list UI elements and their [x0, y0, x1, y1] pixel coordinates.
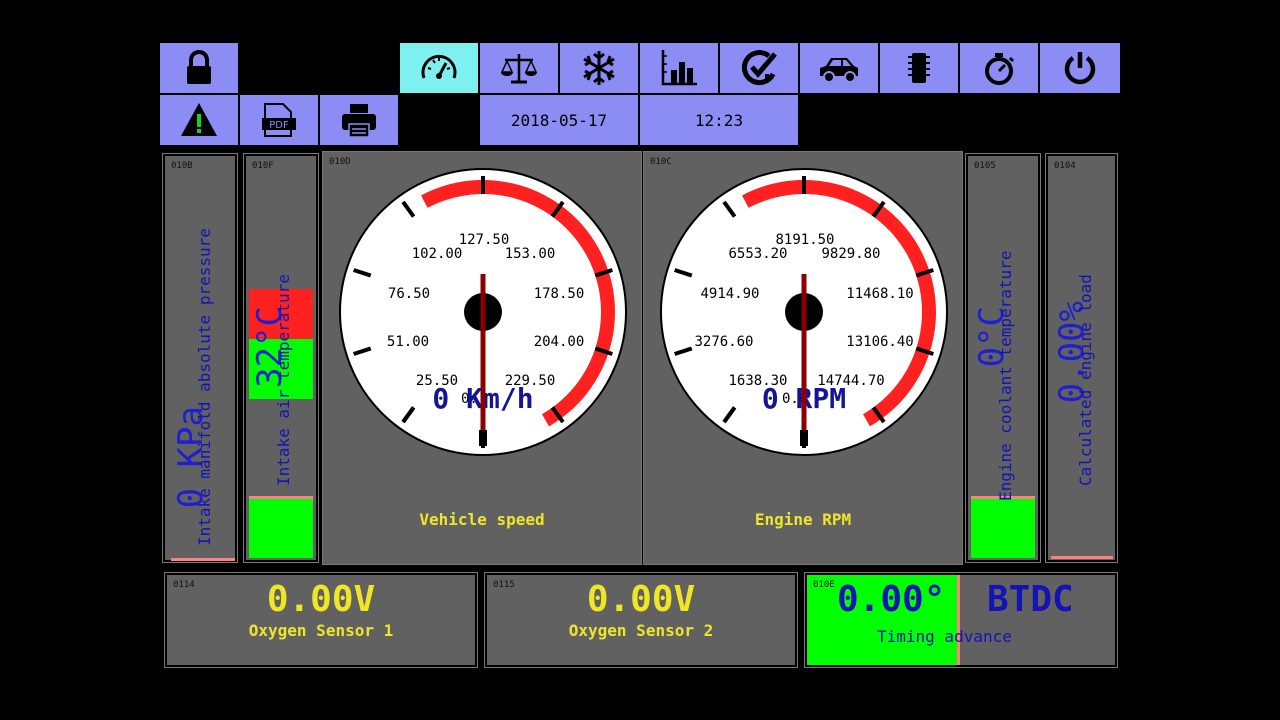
pid-label: 010E	[813, 580, 835, 590]
dial-tick-label: 178.50	[534, 286, 585, 302]
printer-icon	[342, 104, 376, 138]
balance-button[interactable]	[480, 43, 558, 93]
rpm-dial: 1638.303276.604914.906553.208191.509829.…	[660, 168, 948, 456]
lock-button[interactable]	[160, 43, 238, 93]
pdf-icon: PDF	[262, 103, 296, 137]
vehicle-button[interactable]	[800, 43, 878, 93]
speed-dial: 25.5051.0076.50102.00127.50153.00178.502…	[339, 168, 627, 456]
power-icon	[1064, 52, 1096, 85]
sensor-value: 0.00V	[266, 579, 376, 620]
sensor-panel-o2-2: 0115 0.00V Oxygen Sensor 2	[480, 568, 800, 671]
dial-tick-label: 9829.80	[821, 246, 880, 262]
dial-tick-label: 102.00	[412, 246, 463, 262]
bar-label: Calculated engine load	[1076, 274, 1095, 486]
sensor-label: Oxygen Sensor 1	[248, 621, 394, 640]
pid-label: 010B	[171, 161, 193, 171]
dial-tick-label: 204.00	[534, 334, 585, 350]
bar-label: Intake manifold absolute pressure	[195, 228, 214, 546]
bar-gauge-coolant-temp: 0105 0°C Engine coolant temperature	[963, 151, 1043, 565]
gauge-title: Vehicle speed	[419, 510, 545, 529]
bar-gauge-engine-load: 0104 0.00% Calculated engine load	[1043, 151, 1120, 565]
pid-label: 010F	[252, 161, 274, 171]
bar-fill	[971, 496, 1035, 558]
pdf-button[interactable]: PDF	[240, 95, 318, 145]
gauge-vehicle-speed: 010D 25.50 51.00 76.50 102.00 127.50 153.00 17…	[322, 151, 642, 565]
bar-fill	[1051, 556, 1113, 559]
sensor-value: 0.00V	[586, 579, 696, 620]
dial-tick-label: 127.50	[459, 232, 510, 248]
bar-fill	[171, 558, 235, 561]
dial-tick-label: 13106.40	[846, 334, 913, 350]
timing-value: 0.00°	[837, 579, 946, 620]
bar-label: Engine coolant temperature	[996, 250, 1015, 501]
gauge-engine-rpm: 010C 1638.30 3276.60 4914.90 6553.20 8191.50…	[643, 151, 963, 565]
bar-gauge-manifold-pressure: 010B 0 KPa Intake manifold absolute pres…	[160, 151, 240, 565]
stopwatch-icon	[985, 53, 1015, 85]
time-display: 12:23	[640, 95, 798, 145]
snowflake-icon	[583, 51, 615, 85]
dial-tick-label: 3276.60	[694, 334, 753, 350]
speedometer-icon	[421, 55, 457, 79]
bar-chart-icon	[661, 50, 697, 86]
bar-label: Intake air temperature	[274, 274, 293, 486]
sensor-panel-o2-1: 0114 0.00V Oxygen Sensor 1	[160, 568, 480, 671]
timing-advance-panel: 010E 0.00° BTDC Timing advance	[800, 568, 1120, 671]
dial-tick-label: 153.00	[505, 246, 556, 262]
warning-icon	[181, 103, 217, 136]
warning-button[interactable]	[160, 95, 238, 145]
dial-tick-label: 11468.10	[846, 286, 913, 302]
print-button[interactable]	[320, 95, 398, 145]
needle-base	[800, 430, 808, 446]
diagnostics-button[interactable]	[720, 43, 798, 93]
ecu-button[interactable]	[880, 43, 958, 93]
dial-tick-label: 6553.20	[728, 246, 787, 262]
timer-button[interactable]	[960, 43, 1038, 93]
timing-unit: BTDC	[987, 579, 1074, 620]
bar-fill	[249, 496, 313, 558]
lock-icon	[187, 50, 211, 84]
timing-label: Timing advance	[877, 627, 1012, 646]
svg-text:PDF: PDF	[269, 120, 289, 131]
sensor-label: Oxygen Sensor 2	[568, 621, 714, 640]
check-circle-icon	[741, 50, 777, 85]
dial-tick-label: 4914.90	[700, 286, 759, 302]
dial-tick-label: 51.00	[387, 334, 429, 350]
power-button[interactable]	[1040, 43, 1120, 93]
dashboard-button[interactable]	[400, 43, 478, 93]
climate-button[interactable]	[560, 43, 638, 93]
date-display: 2018-05-17	[480, 95, 638, 145]
chip-icon	[908, 53, 930, 83]
needle-base	[479, 430, 487, 446]
scales-icon	[500, 54, 538, 84]
car-icon	[820, 58, 858, 83]
gauge-title: Engine RPM	[754, 510, 852, 529]
pid-label: 0105	[974, 161, 996, 171]
bar-gauge-intake-air-temp: 010F 32°C Intake air temperature	[241, 151, 321, 565]
dial-tick-label: 76.50	[388, 286, 430, 302]
pid-label: 0104	[1054, 161, 1076, 171]
stats-button[interactable]	[640, 43, 718, 93]
